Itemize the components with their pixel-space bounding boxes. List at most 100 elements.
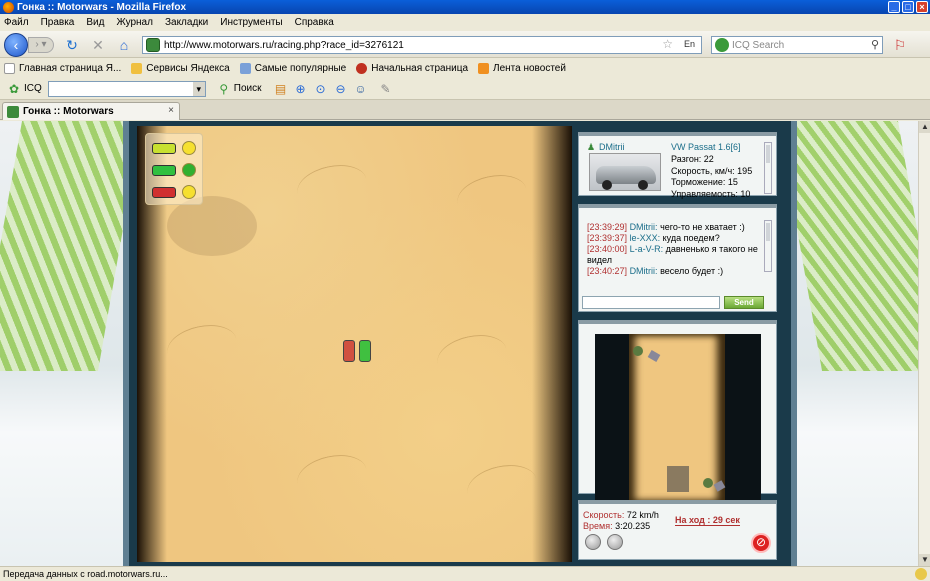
page-content: ♟ DMitrii VW Passat 1.6[6] Разгон: 22 Ск… <box>0 121 918 566</box>
bookmark-start-page[interactable]: Начальная страница <box>356 63 468 74</box>
stat-handling: Управляемость: 10 <box>671 188 751 199</box>
page-scrollbar[interactable]: ▲ ▼ <box>918 121 930 566</box>
search-engine-icon[interactable] <box>715 38 729 52</box>
status-bar: Передача данных с road.motorwars.ru... <box>0 566 930 581</box>
turn-timer: На ход : 29 сек <box>675 515 740 526</box>
menu-help[interactable]: Справка <box>295 17 334 28</box>
bookmark-yandex-home[interactable]: Главная страница Я... <box>4 63 121 74</box>
chat-messages: [23:39:29] DMitrii: чего-то не хватает :… <box>579 208 776 277</box>
search-placeholder: ICQ Search <box>732 39 785 51</box>
zoom-icon[interactable]: ⊙ <box>314 82 328 96</box>
tab-title: Гонка :: Motorwars <box>23 106 114 117</box>
stop-icon[interactable]: ✕ <box>90 37 106 53</box>
player-car[interactable] <box>359 340 371 362</box>
navigation-toolbar: ‹ › ▾ ↻ ✕ ⌂ http://www.motorwars.ru/raci… <box>0 31 930 58</box>
icq-toolbar: ✿ ICQ ⚲ Поиск ▤ ⊕ ⊙ ⊖ ☺ ✎ <box>0 78 930 100</box>
player-name[interactable]: DMitrii <box>599 142 625 152</box>
chat-box: [23:39:29] DMitrii: чего-то не хватает :… <box>578 204 777 312</box>
race-readout: Скорость: 72 km/h Время: 3:20.235 <box>583 510 659 532</box>
car-icon <box>152 165 176 176</box>
stat-acceleration: Разгон: 22 <box>671 154 714 164</box>
bookmark-yandex-services[interactable]: Сервисы Яндекса <box>131 63 230 74</box>
user-icon: ♟ <box>587 142 596 152</box>
scroll-down-icon[interactable]: ▼ <box>919 554 930 566</box>
icq-search-button[interactable]: Поиск <box>234 83 262 94</box>
menu-history[interactable]: Журнал <box>116 17 153 28</box>
stat-braking: Торможение: 15 <box>671 177 738 187</box>
send-button[interactable]: Send <box>724 296 764 309</box>
zoom-in-icon[interactable]: ⊕ <box>294 82 308 96</box>
scroll-up-icon[interactable]: ▲ <box>919 121 930 133</box>
menu-bookmarks[interactable]: Закладки <box>165 17 208 28</box>
player-row <box>150 162 200 178</box>
tab-strip: Гонка :: Motorwars × <box>0 100 930 120</box>
horn-icon[interactable] <box>607 534 623 550</box>
track-minimap[interactable] <box>595 334 761 502</box>
icq-label[interactable]: ICQ <box>24 83 42 94</box>
maximize-button[interactable]: □ <box>902 1 914 13</box>
chat-message: [23:40:00] L-a-V-R: давненько я такого н… <box>587 244 758 265</box>
browser-window: Гонка :: Motorwars - Mozilla Firefox _ □… <box>0 0 930 581</box>
title-bar: Гонка :: Motorwars - Mozilla Firefox _ □… <box>0 0 930 14</box>
minimap-building <box>667 466 689 492</box>
chat-scrollbar[interactable] <box>764 220 772 272</box>
player-row <box>150 140 200 156</box>
reload-icon[interactable]: ↻ <box>64 37 80 53</box>
close-tab-icon[interactable]: × <box>168 105 174 116</box>
back-button[interactable]: ‹ <box>4 33 28 57</box>
highlight-icon[interactable]: ▤ <box>274 82 288 96</box>
menu-tools[interactable]: Инструменты <box>220 17 282 28</box>
player-row <box>150 184 200 200</box>
stop-icon[interactable]: ⊘ <box>751 533 771 553</box>
status-light <box>182 141 196 155</box>
car-image <box>589 153 661 191</box>
minimize-button[interactable]: _ <box>888 1 900 13</box>
zoom-out-icon[interactable]: ⊖ <box>334 82 348 96</box>
bookmark-star-icon[interactable]: ☆ <box>662 37 673 51</box>
chat-input[interactable] <box>582 296 720 309</box>
eraser-icon[interactable]: ✎ <box>379 82 393 96</box>
speed-value: 72 km/h <box>626 510 659 520</box>
search-icon[interactable]: ⚲ <box>217 82 231 96</box>
decor-leaves-right <box>777 121 918 371</box>
page-icon <box>4 63 15 74</box>
forward-button[interactable]: › ▾ <box>28 37 54 53</box>
icq-search-combo[interactable] <box>47 80 206 97</box>
people-icon[interactable]: ☺ <box>354 82 368 96</box>
status-addon-icon[interactable] <box>915 568 927 580</box>
chat-message: [23:39:37] le-XXX: куда поедем? <box>587 233 720 243</box>
minimap-box <box>578 320 777 502</box>
side-panel: ♟ DMitrii VW Passat 1.6[6] Разгон: 22 Ск… <box>578 126 777 562</box>
site-favicon <box>7 105 19 118</box>
tab-motorwars[interactable]: Гонка :: Motorwars × <box>2 102 180 120</box>
bookmark-news-feed[interactable]: Лента новостей <box>478 63 566 74</box>
status-text: Передача данных с road.motorwars.ru... <box>3 569 168 579</box>
menu-bar: Файл Правка Вид Журнал Закладки Инструме… <box>0 14 930 31</box>
icq-flower-icon[interactable]: ✿ <box>7 82 21 96</box>
car-stats: Разгон: 22 Скорость, км/ч: 195 Торможени… <box>671 154 752 200</box>
status-light <box>182 163 196 177</box>
players-legend <box>145 133 203 205</box>
bookmark-most-visited[interactable]: Самые популярные <box>239 63 346 74</box>
site-favicon <box>146 38 160 52</box>
close-window-button[interactable]: × <box>916 1 928 13</box>
language-indicator[interactable]: En <box>684 39 695 49</box>
minimap-tree <box>703 478 713 488</box>
car-icon <box>152 187 176 198</box>
race-status-box: Скорость: 72 km/h Время: 3:20.235 На ход… <box>578 500 777 560</box>
address-bar[interactable]: http://www.motorwars.ru/racing.php?race_… <box>142 36 702 54</box>
nitro-icon[interactable] <box>585 534 601 550</box>
time-value: 3:20.235 <box>615 521 651 531</box>
menu-view[interactable]: Вид <box>86 17 104 28</box>
rss-icon <box>478 63 490 74</box>
search-icon[interactable]: ⚲ <box>871 38 879 51</box>
home-icon[interactable]: ⌂ <box>116 37 132 53</box>
menu-edit[interactable]: Правка <box>41 17 75 28</box>
race-track[interactable] <box>137 126 572 562</box>
menu-file[interactable]: Файл <box>4 17 29 28</box>
time-label: Время: <box>583 521 613 531</box>
bookmarks-toolbar: Главная страница Я... Сервисы Яндекса Са… <box>0 59 930 78</box>
addon-icon[interactable]: ⚐ <box>892 37 908 53</box>
search-bar[interactable]: ICQ Search ⚲ <box>711 36 883 54</box>
car-info-scrollbar[interactable] <box>764 142 772 194</box>
